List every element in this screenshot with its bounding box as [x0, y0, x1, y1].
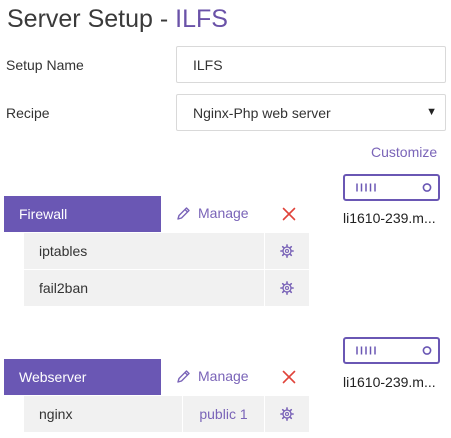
server-node[interactable]	[343, 337, 440, 364]
service-row[interactable]: iptables	[24, 233, 309, 269]
manage-label: Manage	[198, 368, 249, 384]
service-row[interactable]: nginx public 1	[24, 396, 309, 432]
manage-button[interactable]: Manage	[176, 368, 249, 384]
server-icon	[356, 346, 432, 355]
group-header-firewall[interactable]: Firewall	[4, 196, 161, 232]
pencil-icon	[177, 369, 190, 383]
server-icon	[356, 183, 432, 192]
service-settings-button[interactable]	[264, 233, 309, 269]
setup-name-label: Setup Name	[6, 57, 84, 73]
manage-label: Manage	[198, 205, 249, 221]
page-title: Server Setup - ILFS	[7, 2, 228, 36]
service-tag[interactable]: public 1	[182, 396, 264, 432]
service-settings-button[interactable]	[264, 396, 309, 432]
recipe-label: Recipe	[6, 105, 50, 121]
recipe-value: Nginx-Php web server	[193, 104, 331, 121]
group-name: Firewall	[19, 206, 68, 222]
service-settings-button[interactable]	[264, 270, 309, 306]
manage-button[interactable]: Manage	[176, 205, 249, 221]
server-node[interactable]	[343, 174, 440, 201]
server-name: li1610-239.m...	[343, 374, 436, 390]
service-row[interactable]: fail2ban	[24, 270, 309, 306]
chevron-down-icon: ▼	[426, 106, 437, 118]
service-name: iptables	[39, 243, 88, 259]
gear-icon	[280, 244, 294, 258]
server-name: li1610-239.m...	[343, 210, 436, 226]
group-name: Webserver	[19, 369, 87, 385]
gear-icon	[280, 407, 294, 421]
close-icon[interactable]	[282, 207, 296, 221]
close-icon[interactable]	[282, 370, 296, 384]
service-name: fail2ban	[39, 280, 89, 296]
project-name: ILFS	[175, 5, 228, 33]
setup-name-value: ILFS	[193, 56, 223, 73]
recipe-select[interactable]: Nginx-Php web server ▼	[176, 94, 446, 131]
setup-name-input[interactable]: ILFS	[176, 46, 446, 83]
pencil-icon	[177, 206, 190, 220]
group-header-webserver[interactable]: Webserver	[4, 359, 161, 395]
gear-icon	[280, 281, 294, 295]
page-title-prefix: Server Setup -	[7, 5, 176, 33]
customize-link[interactable]: Customize	[371, 144, 437, 160]
service-name: nginx	[39, 406, 73, 422]
